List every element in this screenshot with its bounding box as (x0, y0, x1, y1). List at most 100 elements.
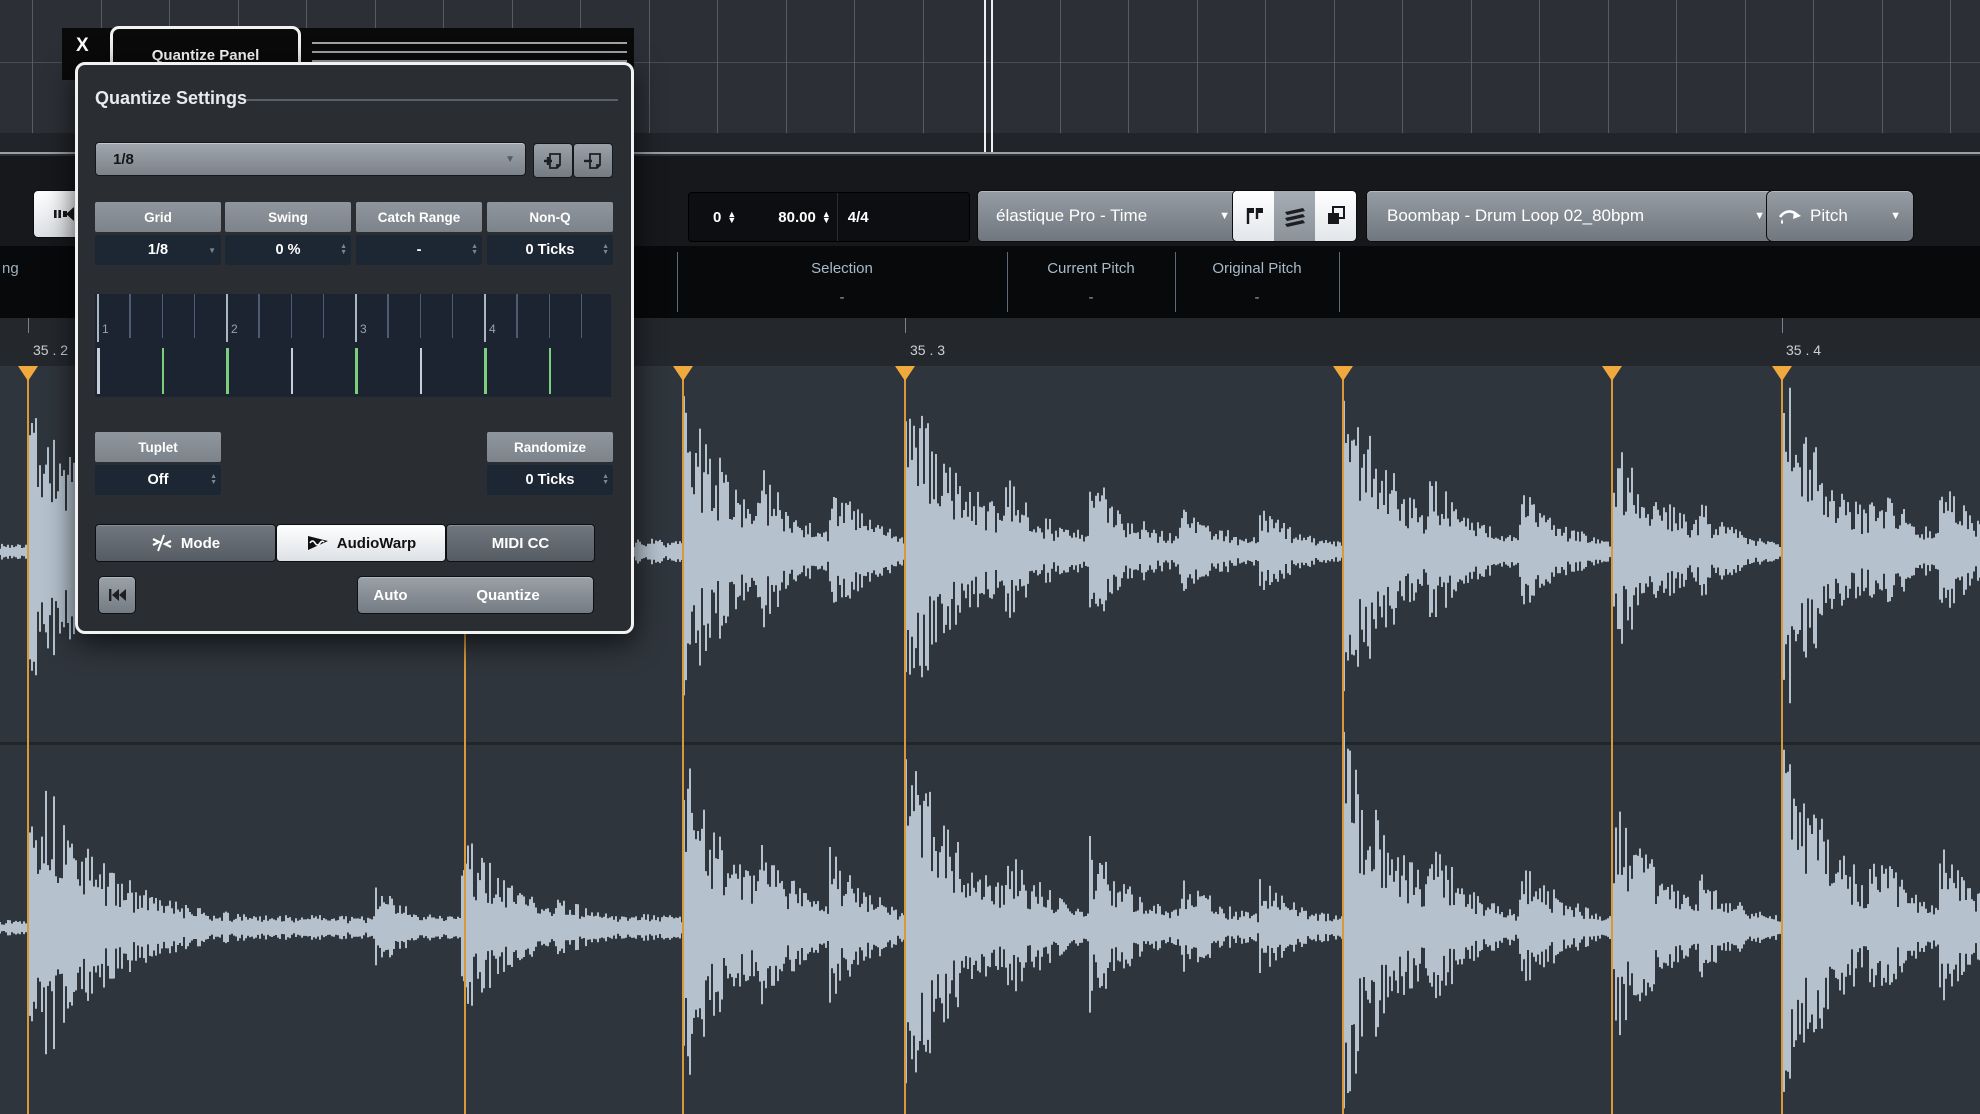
grid-vertical-line (1950, 0, 1951, 133)
auto-button-label: Auto (373, 586, 408, 604)
spinner-down-icon[interactable]: ▼ (602, 479, 609, 486)
tempo-value[interactable]: 80.00 (778, 209, 816, 226)
grid-eighth-note-line (419, 348, 422, 394)
view-toggle-group (1232, 190, 1357, 242)
grid-beat-line (355, 294, 357, 342)
mode-button[interactable]: Mode (95, 524, 276, 562)
grid-vertical-line (1539, 0, 1540, 133)
swing-stepper[interactable]: ▲ ▼ (340, 243, 347, 256)
catch-range-column-header: Catch Range (356, 202, 482, 232)
spinner-down-icon[interactable]: ▼ (210, 479, 217, 486)
tempo-stepper[interactable]: ▲ ▼ (822, 210, 831, 225)
grip-line (312, 42, 627, 44)
catch-range-value-field[interactable]: - ▲ ▼ (356, 235, 482, 265)
clip-stack-toggle[interactable] (1315, 191, 1356, 241)
audiowarp-button-label: AudioWarp (336, 534, 417, 552)
offset-stepper[interactable]: ▲ ▼ (727, 210, 736, 225)
grid-subdivision-line (451, 294, 454, 338)
flag-markers-toggle[interactable] (1233, 191, 1274, 241)
tuplet-header: Tuplet (95, 432, 221, 462)
current-pitch-info: Current Pitch - (1007, 260, 1175, 306)
non-q-value-field[interactable]: 0 Ticks ▲ ▼ (487, 235, 613, 265)
reset-button[interactable] (98, 576, 136, 614)
grid-subdivision-line (129, 294, 131, 338)
midi-cc-button[interactable]: MIDI CC (446, 524, 595, 562)
clip-dropdown[interactable]: Boombap - Drum Loop 02_80bpm ▼ (1366, 190, 1778, 242)
quantize-panel-body: Quantize Settings 1/8 ▼ Grid Swing Catch… (75, 62, 634, 634)
info-separator (1339, 252, 1340, 312)
tuplet-value-field[interactable]: Off ▲ ▼ (95, 465, 221, 495)
catch-range-stepper[interactable]: ▲ ▼ (471, 243, 478, 256)
randomize-stepper[interactable]: ▲ ▼ (602, 473, 609, 486)
layers-icon (1284, 208, 1305, 227)
grid-value-dropdown[interactable]: 1/8 ▼ (95, 235, 221, 265)
spinner-down-icon[interactable]: ▼ (822, 216, 831, 225)
grid-beat-line (226, 294, 228, 342)
randomize-value-field[interactable]: 0 Ticks ▲ ▼ (487, 465, 613, 495)
tuplet-stepper[interactable]: ▲ ▼ (210, 473, 217, 486)
lanes-toggle[interactable] (1274, 191, 1315, 241)
grid-beat-number: 3 (360, 322, 367, 336)
non-q-header-label: Non-Q (529, 209, 571, 225)
grid-vertical-line (922, 0, 924, 133)
grid-subdivision-line (548, 294, 550, 338)
spinner-down-icon[interactable]: ▼ (727, 216, 736, 225)
algorithm-dropdown[interactable]: élastique Pro - Time ▼ (977, 190, 1243, 242)
grid-vertical-line (1128, 0, 1129, 133)
catch-range-value: - (416, 242, 422, 258)
warp-marker-handle[interactable] (673, 366, 693, 381)
grid-eighth-note-line (226, 348, 229, 394)
audiowarp-button[interactable]: AudioWarp (276, 524, 446, 562)
warp-marker-handle[interactable] (895, 366, 915, 381)
grid-beat-number: 2 (231, 322, 238, 336)
pitch-button[interactable]: Pitch ▼ (1766, 190, 1914, 242)
flag-markers-icon (1246, 208, 1263, 224)
grid-eighth-note-line (484, 348, 487, 394)
tuplet-label: Tuplet (138, 439, 178, 455)
non-q-stepper[interactable]: ▲ ▼ (602, 243, 609, 256)
quantize-preset-dropdown[interactable]: 1/8 ▼ (95, 142, 526, 176)
ruler-bar-beat-label: 35 . 3 (910, 342, 946, 358)
warp-marker-line[interactable] (1611, 366, 1613, 1114)
grid-vertical-line (1744, 0, 1746, 133)
save-preset-button[interactable] (533, 143, 573, 178)
spinner-down-icon[interactable]: ▼ (602, 249, 609, 256)
time-signature-value[interactable]: 4/4 (848, 209, 869, 226)
grid-subdivision-line (516, 294, 518, 338)
selection-info: Selection - (677, 260, 1007, 306)
selection-value: - (839, 289, 845, 306)
swing-value-field[interactable]: 0 % ▲ ▼ (225, 235, 351, 265)
remove-preset-button[interactable] (573, 143, 613, 178)
project-cursor[interactable] (984, 0, 986, 152)
grid-beat-number: 4 (489, 322, 496, 336)
field-divider (836, 193, 838, 241)
warp-marker-handle[interactable] (1333, 366, 1353, 381)
quantize-apply-button[interactable]: Quantize (423, 576, 594, 614)
close-icon[interactable]: X (76, 35, 89, 57)
pitch-shift-icon (1778, 210, 1801, 224)
non-q-value: 0 Ticks (525, 242, 575, 258)
grid-vertical-line (717, 0, 718, 133)
auto-button[interactable]: Auto (357, 576, 424, 614)
warp-marker-line[interactable] (682, 366, 684, 1114)
offset-value[interactable]: 0 (713, 209, 721, 226)
panel-heading: Quantize Settings (95, 88, 248, 108)
grid-vertical-line (32, 0, 33, 133)
project-cursor[interactable] (991, 0, 993, 152)
grid-eighth-note-line (548, 348, 551, 394)
ruler-tick (905, 318, 906, 333)
warp-marker-handle[interactable] (1772, 366, 1792, 381)
non-q-column-header: Non-Q (487, 202, 613, 232)
chevron-down-icon: ▼ (505, 153, 515, 165)
warp-marker-line[interactable] (27, 366, 29, 1114)
chevron-down-icon[interactable]: ▼ (208, 246, 216, 255)
warp-marker-line[interactable] (904, 366, 906, 1114)
warp-marker-line[interactable] (1781, 366, 1783, 1114)
warp-marker-handle[interactable] (1602, 366, 1622, 381)
spinner-down-icon[interactable]: ▼ (471, 249, 478, 256)
warp-marker-handle[interactable] (18, 366, 38, 381)
warp-marker-line[interactable] (1342, 366, 1344, 1114)
spinner-down-icon[interactable]: ▼ (340, 249, 347, 256)
original-pitch-info: Original Pitch - (1175, 260, 1339, 306)
current-pitch-label: Current Pitch (1047, 260, 1135, 277)
